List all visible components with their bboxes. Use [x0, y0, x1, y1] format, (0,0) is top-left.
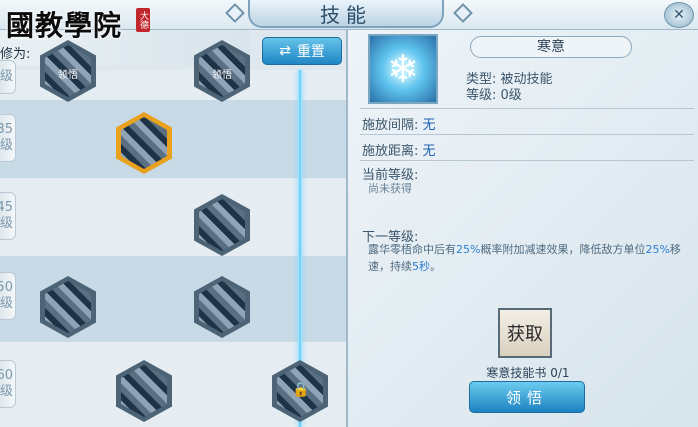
skill-icon: ❄ — [368, 34, 438, 104]
reset-label: 重置 — [296, 44, 325, 60]
cast-distance: 施放距离: 无 — [362, 144, 436, 159]
tier-band — [0, 100, 346, 178]
next-level-description: 露华零梧命中后有25%概率附加减速效果，降低敌方单位25%移速，持续5秒。 — [368, 243, 681, 273]
divider — [360, 160, 694, 161]
tier-label: 60级 — [0, 360, 16, 408]
skill-level: 等级: 0级 — [466, 88, 522, 103]
lock-icon: 🔒 — [292, 382, 310, 398]
ice-shard-icon: ❄ — [387, 47, 419, 91]
skill-name: 寒意 — [470, 36, 632, 58]
tier-label: 50级 — [0, 272, 16, 320]
cast-interval: 施放间隔: 无 — [362, 118, 436, 133]
page-title: 技能 — [248, 0, 444, 28]
divider — [360, 108, 694, 109]
tier-label: 45级 — [0, 192, 16, 240]
divider — [360, 134, 694, 135]
tier-label: 35级 — [0, 114, 16, 162]
current-level-value: 尚未获得 — [368, 182, 412, 195]
learn-button[interactable]: 领悟 — [469, 381, 585, 413]
reset-button[interactable]: ⇄ 重置 — [262, 37, 342, 65]
refresh-icon: ⇄ — [279, 43, 291, 59]
obtain-book-button[interactable]: 获取 — [498, 308, 552, 358]
tier-band — [0, 178, 346, 256]
logo-seal: 大德 — [136, 8, 150, 32]
watermark-logo: 國教學院 — [6, 9, 123, 42]
tier-label: 级 — [0, 60, 16, 94]
close-button[interactable]: ✕ — [664, 2, 694, 28]
close-icon: ✕ — [673, 7, 685, 23]
skill-book-count: 寒意技能书 0/1 — [486, 366, 570, 380]
